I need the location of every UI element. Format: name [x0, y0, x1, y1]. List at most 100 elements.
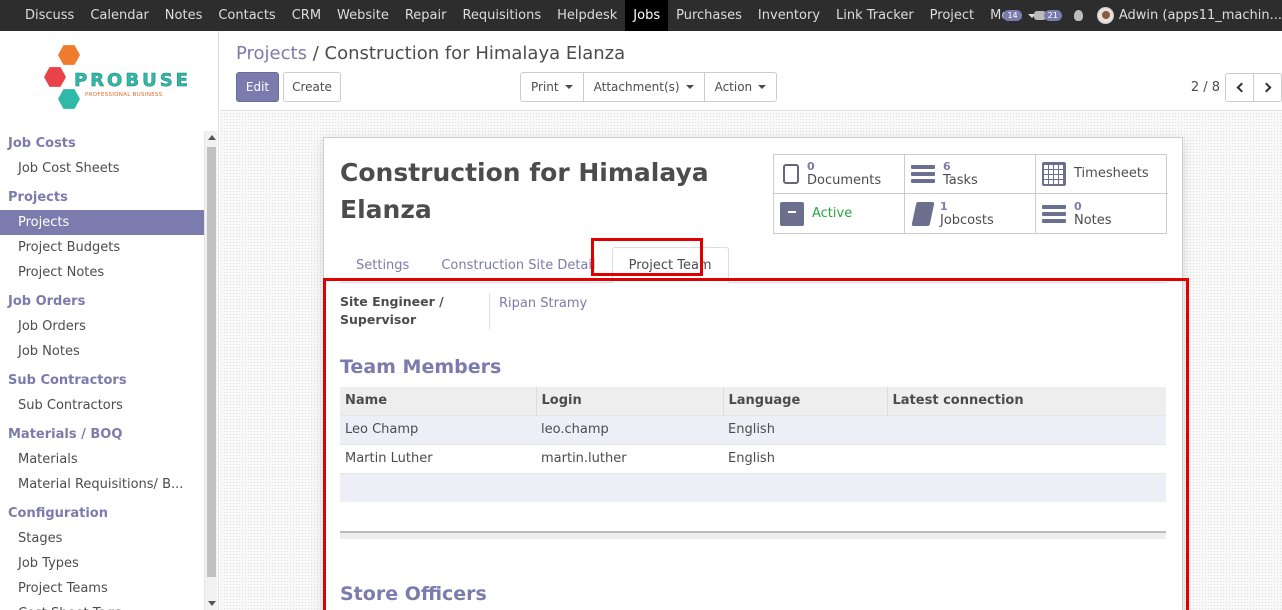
app-menu-crm[interactable]: CRM [284, 0, 329, 31]
app-menu-requisitions[interactable]: Requisitions [454, 0, 549, 31]
form-sheet: Construction for Himalaya Elanza 0 Docume… [323, 137, 1189, 610]
cell-language: English [723, 414, 887, 444]
notes-smart-button[interactable]: 0 Notes [1036, 194, 1168, 234]
pager-previous-button[interactable] [1225, 73, 1254, 102]
table-row[interactable]: Leo Champ leo.champ English [340, 414, 1166, 444]
breadcrumb-projects-link[interactable]: Projects [236, 43, 307, 64]
archive-icon [780, 202, 804, 226]
top-navbar: Discuss Calendar Notes Contacts CRM Webs… [0, 0, 1282, 31]
sidebar-item-cost-sheet-tags[interactable]: Cost Sheet Tags [0, 601, 204, 610]
empty-table-row [340, 472, 1166, 502]
table-row[interactable]: Martin Luther martin.luther English [340, 443, 1166, 473]
app-menu-inventory[interactable]: Inventory [750, 0, 828, 31]
timesheets-smart-button[interactable]: Timesheets [1036, 155, 1168, 194]
documents-smart-button[interactable]: 0 Documents [774, 155, 905, 194]
app-menu-link-tracker[interactable]: Link Tracker [828, 0, 922, 31]
app-menu-helpdesk[interactable]: Helpdesk [549, 0, 625, 31]
action-dropdown-button[interactable]: Action [703, 72, 778, 102]
sidebar-menu: Job Costs Job Cost Sheets Projects Proje… [0, 131, 204, 610]
messages-count-badge: 14 [1003, 10, 1022, 21]
cell-latest-connection [887, 443, 1166, 473]
app-menu-website[interactable]: Website [329, 0, 397, 31]
chevron-down-icon [564, 85, 573, 89]
sidebar-scrollbar[interactable] [204, 131, 217, 610]
chevron-down-icon [758, 85, 767, 89]
notebook-tabs: Settings Construction Site Detail Projec… [340, 243, 1167, 283]
smart-button-box: 0 Documents 6 Tasks Timesheets Active 1 Job… [773, 154, 1168, 234]
breadcrumb-current: Construction for Himalaya Elanza [324, 43, 626, 64]
scroll-down-arrow-icon[interactable] [208, 601, 216, 606]
sidebar-item-project-teams[interactable]: Project Teams [0, 576, 204, 601]
sidebar-item-job-types[interactable]: Job Types [0, 551, 204, 576]
sidebar-section-materials-boq: Materials / BOQ [8, 427, 123, 442]
user-menu[interactable]: Adwin (apps11_machin... [1096, 7, 1282, 24]
app-menu-contacts[interactable]: Contacts [210, 0, 283, 31]
store-officers-heading: Store Officers [340, 583, 487, 605]
tab-project-team[interactable]: Project Team [611, 247, 729, 283]
site-engineer-link[interactable]: Ripan Stramy [499, 296, 587, 311]
sidebar-section-job-orders: Job Orders [8, 294, 86, 309]
app-menu-calendar[interactable]: Calendar [82, 0, 156, 31]
documents-icon [783, 164, 799, 184]
sidebar-item-materials[interactable]: Materials [0, 447, 204, 472]
tab-settings[interactable]: Settings [340, 247, 425, 283]
scrollbar-thumb[interactable] [207, 147, 216, 577]
chevron-right-icon [1261, 82, 1271, 93]
app-menu-purchases[interactable]: Purchases [668, 0, 750, 31]
sidebar-item-project-notes[interactable]: Project Notes [0, 260, 204, 285]
activity-button[interactable]: 14 [1003, 10, 1022, 21]
site-engineer-label: Site Engineer / Supervisor [340, 294, 444, 327]
jobcosts-smart-button[interactable]: 1 Jobcosts [905, 194, 1036, 234]
timesheets-label: Timesheets [1074, 166, 1149, 181]
notes-icon [1042, 202, 1066, 226]
form-view-background: Construction for Himalaya Elanza 0 Docume… [220, 112, 1282, 610]
column-header-name[interactable]: Name [340, 387, 537, 415]
app-menu-discuss[interactable]: Discuss [17, 0, 82, 31]
app-menu-repair[interactable]: Repair [397, 0, 455, 31]
tasks-smart-button[interactable]: 6 Tasks [905, 155, 1036, 194]
active-toggle-button[interactable]: Active [774, 194, 905, 234]
table-header-row: Name Login Language Latest connection [340, 387, 1166, 415]
sidebar-item-stages[interactable]: Stages [0, 526, 204, 551]
attachments-dropdown-button[interactable]: Attachment(s) [582, 72, 705, 102]
avatar [1096, 7, 1114, 24]
edit-button[interactable]: Edit [236, 72, 279, 102]
sidebar-item-projects[interactable]: Projects [0, 210, 204, 235]
cell-name: Martin Luther [340, 443, 536, 473]
print-dropdown-button[interactable]: Print [520, 72, 584, 102]
notes-label: Notes [1074, 213, 1112, 228]
cell-login: leo.champ [536, 414, 723, 444]
scroll-up-arrow-icon[interactable] [208, 135, 216, 140]
sidebar-item-sub-contractors[interactable]: Sub Contractors [0, 393, 204, 418]
app-menu-notes[interactable]: Notes [157, 0, 211, 31]
app-menu-project[interactable]: Project [922, 0, 982, 31]
pager-next-button[interactable] [1253, 73, 1282, 102]
breadcrumb: Projects / Construction for Himalaya Ela… [236, 43, 625, 64]
sidebar-item-job-notes[interactable]: Job Notes [0, 339, 204, 364]
logo-hex-teal-icon [58, 89, 80, 109]
create-button[interactable]: Create [283, 72, 341, 102]
sidebar-actions: Print Attachment(s) Action [520, 72, 778, 102]
debug-bug-icon[interactable] [1073, 10, 1083, 21]
calendar-icon [1042, 162, 1066, 186]
breadcrumb-separator: / [312, 43, 319, 64]
cell-latest-connection [887, 414, 1166, 444]
tasks-icon [911, 162, 935, 186]
column-header-login[interactable]: Login [536, 387, 724, 415]
column-header-language[interactable]: Language [723, 387, 888, 415]
logo-tagline: PROFESSIONAL BUSINESS [85, 92, 163, 98]
pager-value: 2 / 8 [1190, 80, 1220, 95]
app-menu-jobs[interactable]: Jobs [625, 0, 669, 31]
systray: 14 21 Adwin (apps11_machin... [1003, 0, 1282, 31]
control-panel: Projects / Construction for Himalaya Ela… [220, 31, 1282, 111]
column-header-latest-connection[interactable]: Latest connection [887, 387, 1166, 415]
sidebar-item-job-cost-sheets[interactable]: Job Cost Sheets [0, 156, 204, 181]
sidebar-item-project-budgets[interactable]: Project Budgets [0, 235, 204, 260]
tab-construction-site-detail[interactable]: Construction Site Detail [425, 247, 611, 283]
cell-language: English [723, 443, 887, 473]
chat-button[interactable]: 21 [1033, 10, 1062, 21]
sidebar-item-job-orders[interactable]: Job Orders [0, 314, 204, 339]
team-members-heading: Team Members [340, 356, 502, 378]
sidebar-item-material-requisitions[interactable]: Material Requisitions/ B... [0, 472, 204, 497]
sidebar-section-sub-contractors: Sub Contractors [8, 373, 127, 388]
